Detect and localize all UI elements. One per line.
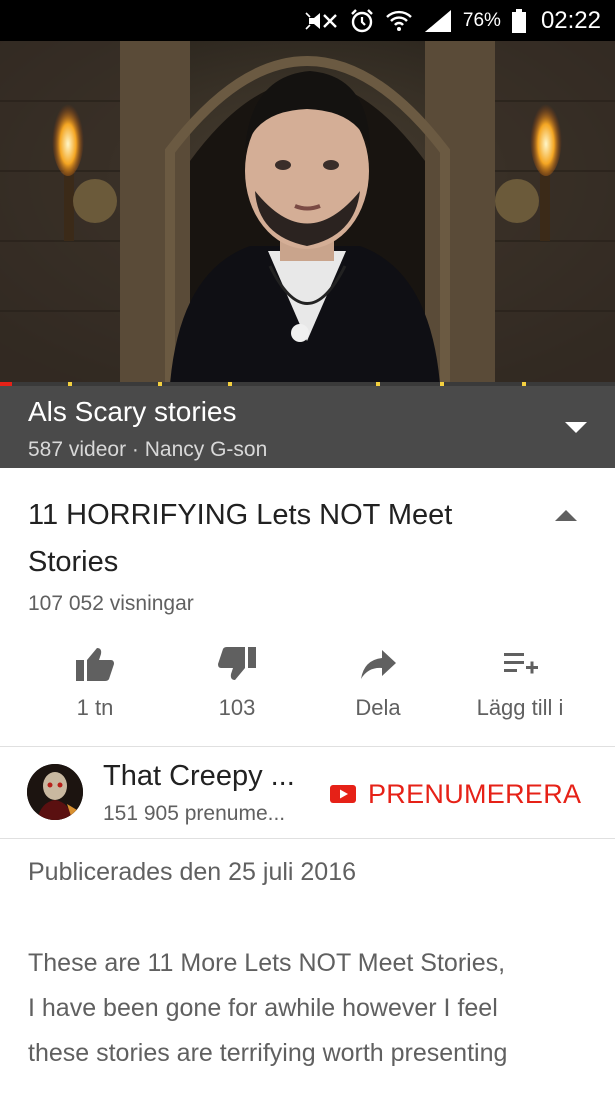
description-line: I have been gone for awhile however I fe… (28, 994, 498, 1022)
subscribe-label: PRENUMERERA (368, 778, 582, 809)
like-count: 1 tn (76, 695, 114, 720)
add-to-label: Lägg till i (476, 695, 564, 720)
subscriber-count: 151 905 prenume... (103, 802, 286, 825)
avatar-image (27, 764, 83, 820)
share-label: Dela (355, 695, 401, 720)
battery-percent: 76% (462, 9, 501, 31)
clock: 02:22 (540, 6, 601, 34)
channel-name[interactable]: That Creepy ... (103, 760, 295, 793)
video-title-line: 11 HORRIFYING Lets NOT Meet (28, 499, 453, 531)
dislike-button[interactable]: 103 (157, 636, 317, 736)
alarm-icon (349, 8, 375, 34)
playlist-title: Als Scary stories (28, 396, 237, 427)
status-bar: 76% 02:22 (0, 0, 615, 41)
description-line: These are 11 More Lets NOT Meet Stories, (28, 949, 506, 977)
battery-icon (511, 8, 527, 34)
thumbs-up-icon (76, 648, 114, 681)
thumbs-down-icon (218, 647, 256, 680)
channel-avatar[interactable] (27, 764, 83, 820)
video-title: 11 HORRIFYING Lets NOT Meet Stories (28, 492, 528, 586)
share-icon (361, 650, 396, 679)
divider (0, 838, 615, 839)
status-icons: 76% 02:22 (305, 0, 601, 41)
mute-icon (305, 9, 339, 33)
video-actions: 1 tn 103 Dela Lägg till i (0, 636, 615, 746)
video-description: These are 11 More Lets NOT Meet Stories,… (28, 941, 598, 1076)
youtube-play-icon (330, 785, 356, 803)
video-frame (0, 41, 615, 384)
dislike-count: 103 (218, 695, 256, 720)
playlist-add-icon (504, 653, 538, 674)
subscribe-button[interactable]: PRENUMERERA (330, 776, 581, 812)
like-button[interactable]: 1 tn (15, 636, 175, 736)
chevron-down-icon[interactable] (563, 418, 589, 436)
divider (0, 746, 615, 747)
description-line: these stories are terrifying worth prese… (28, 1039, 508, 1067)
playlist-bar[interactable]: Als Scary stories 587 videor · Nancy G-s… (0, 386, 615, 468)
signal-icon (423, 8, 453, 34)
video-player[interactable] (0, 41, 615, 384)
view-count: 107 052 visningar (28, 592, 194, 615)
video-title-line: Stories (28, 546, 119, 578)
playlist-meta: 587 videor · Nancy G-son (28, 438, 268, 461)
chevron-up-icon[interactable] (553, 506, 579, 524)
share-button[interactable]: Dela (298, 636, 458, 736)
add-to-playlist-button[interactable]: Lägg till i (440, 636, 600, 736)
publish-date: Publicerades den 25 juli 2016 (28, 858, 357, 886)
wifi-icon (385, 8, 413, 34)
